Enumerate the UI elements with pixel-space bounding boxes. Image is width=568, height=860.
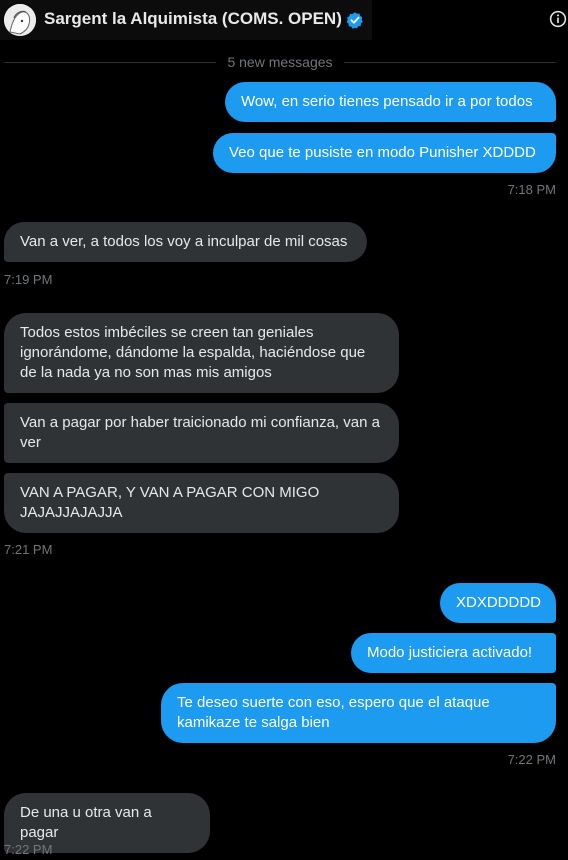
message-bubble-received[interactable]: Todos estos imbéciles se creen tan genia… [4, 313, 399, 393]
message-bubble-sent[interactable]: Modo justiciera activado! [351, 633, 556, 673]
message-bubble-sent[interactable]: Veo que te pusiste en modo Punisher XDDD… [213, 133, 556, 173]
conversation-title[interactable]: Sargent la Alquimista (COMS. OPEN) [44, 9, 342, 29]
message-timestamp: 7:18 PM [507, 182, 556, 197]
info-icon[interactable] [549, 10, 567, 28]
message-timestamp: 7:22 PM [4, 842, 53, 857]
message-bubble-received[interactable]: Van a ver, a todos los voy a inculpar de… [4, 222, 367, 262]
new-messages-divider: 5 new messages [227, 54, 333, 70]
conversation-header: Sargent la Alquimista (COMS. OPEN) [0, 0, 568, 46]
message-timestamp: 7:21 PM [4, 542, 53, 557]
message-timestamp: 7:19 PM [4, 272, 53, 287]
message-bubble-sent[interactable]: Te deseo suerte con eso, espero que el a… [161, 683, 556, 743]
verified-badge-icon [346, 12, 363, 29]
message-bubble-sent[interactable]: XDXDDDDD [440, 583, 556, 623]
message-bubble-received[interactable]: VAN A PAGAR, Y VAN A PAGAR CON MIGO JAJA… [4, 473, 399, 533]
message-bubble-received[interactable]: Van a pagar por haber traicionado mi con… [4, 403, 399, 463]
message-bubble-sent[interactable]: Wow, en serio tienes pensado ir a por to… [225, 82, 556, 122]
message-timestamp: 7:22 PM [507, 752, 556, 767]
avatar[interactable] [4, 4, 36, 36]
